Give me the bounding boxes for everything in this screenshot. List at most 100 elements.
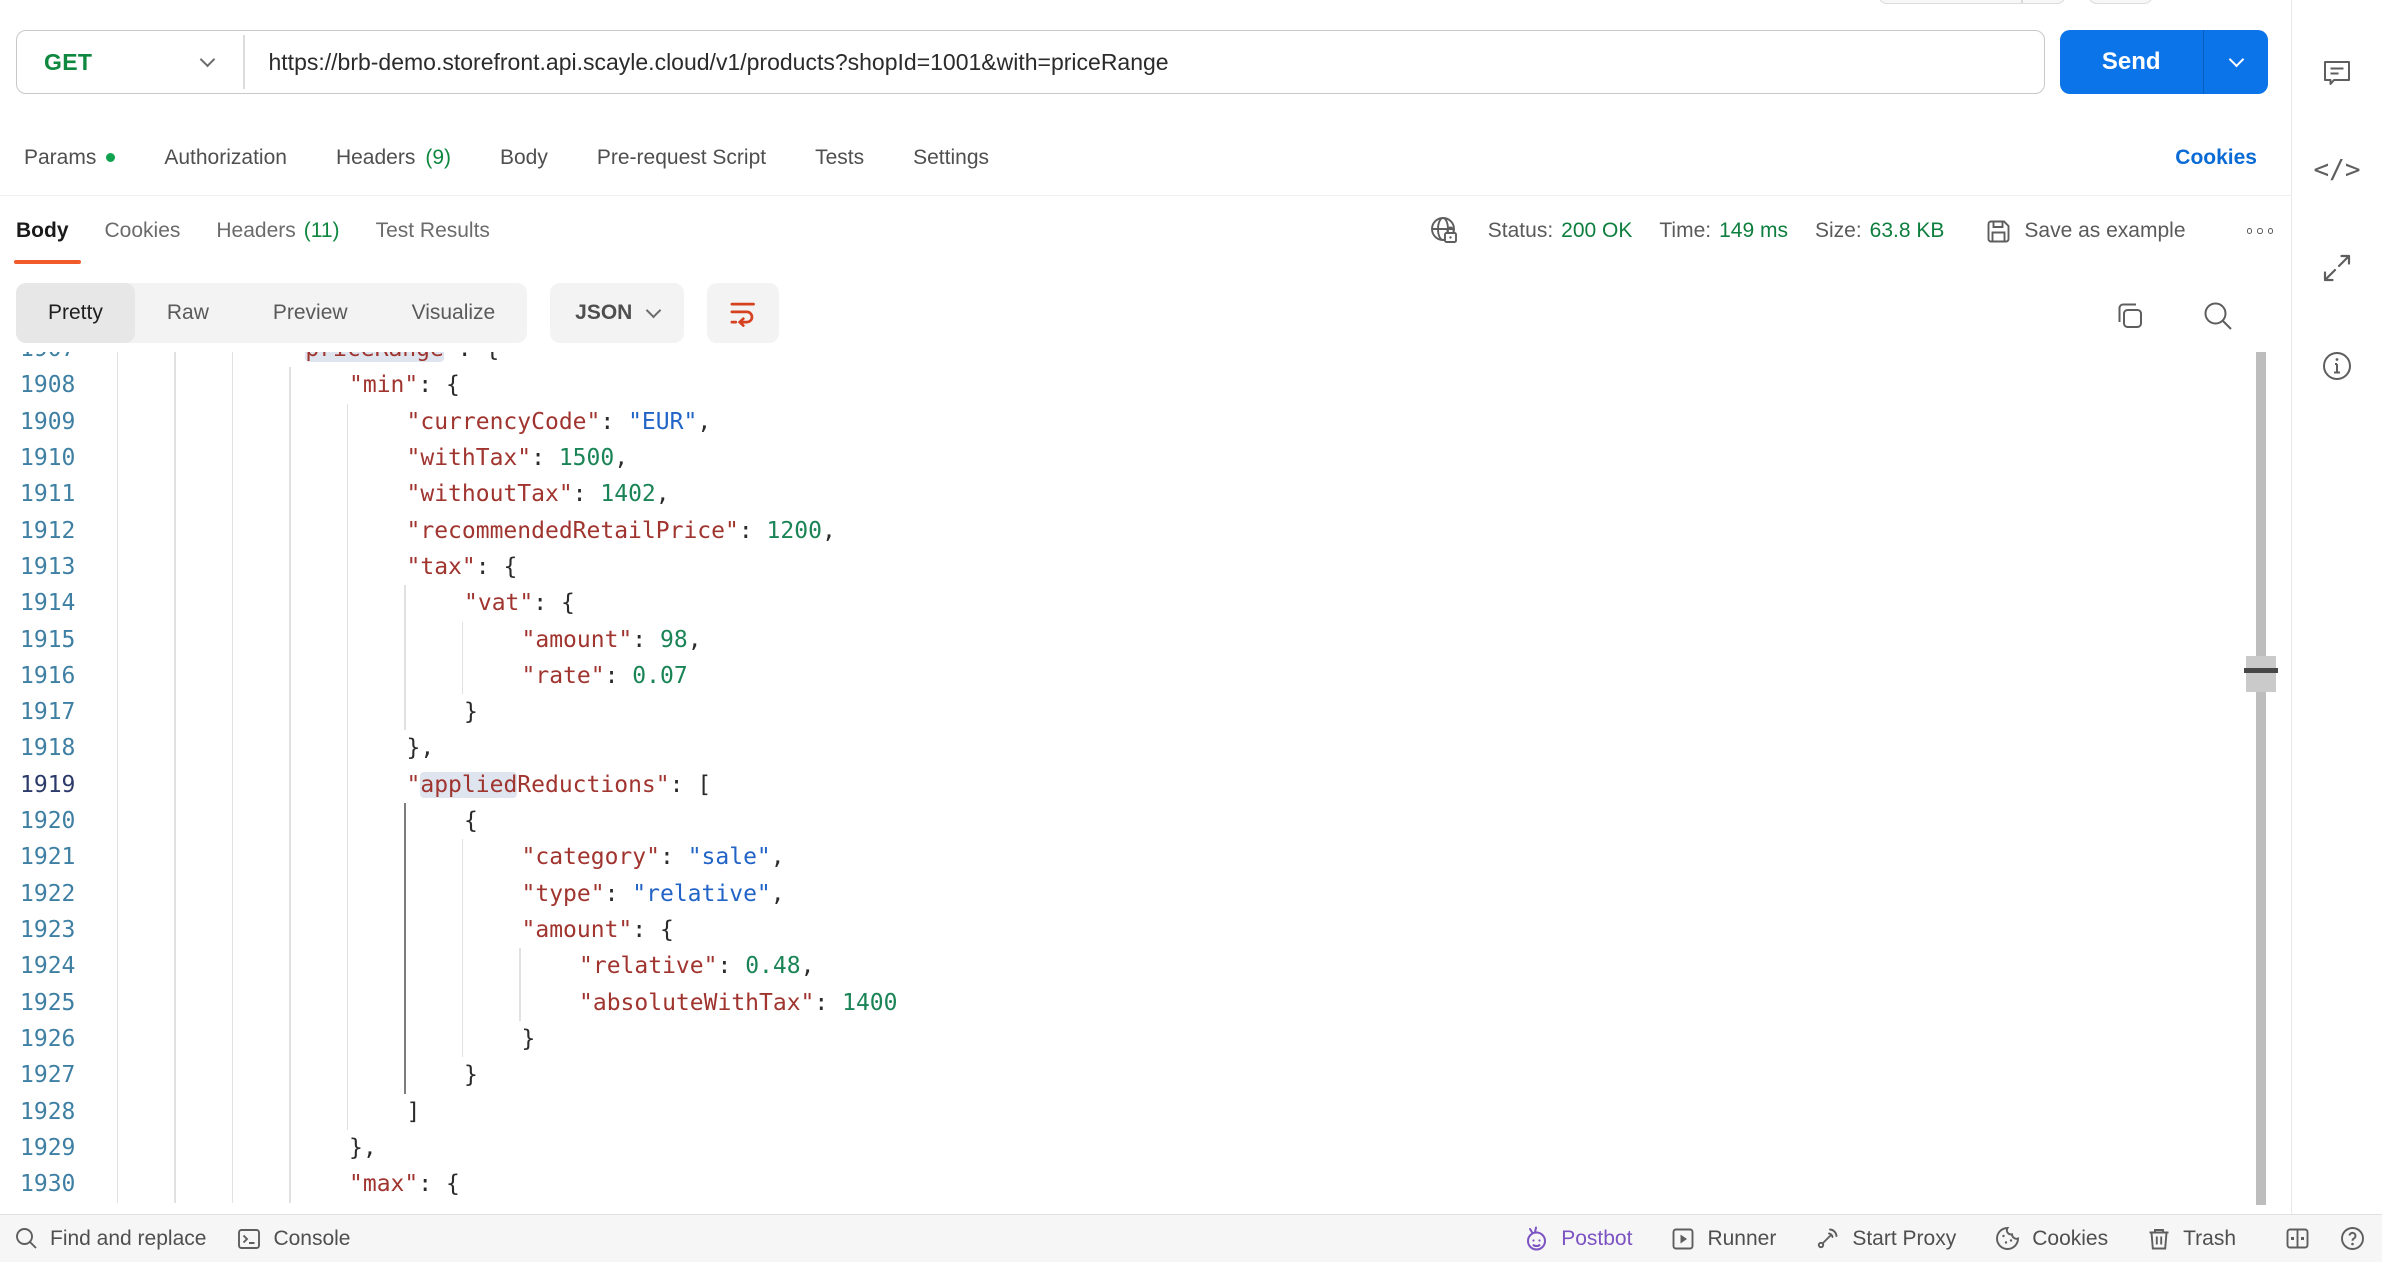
cookies-label: Cookies [2032, 1227, 2108, 1251]
indent-guide [232, 767, 234, 803]
find-and-replace-button[interactable]: Find and replace [14, 1226, 206, 1251]
indent-guide [404, 694, 406, 730]
indent-guide [174, 658, 176, 694]
tab-settings[interactable]: Settings [913, 146, 989, 170]
indent-guide [347, 404, 349, 440]
size-indicator: Size: 63.8 KB [1815, 219, 1944, 243]
indent-guide [289, 694, 291, 730]
cookies-button[interactable]: Cookies [1994, 1225, 2108, 1252]
headers-count-badge: (9) [425, 146, 451, 170]
tab-headers[interactable]: Headers (9) [336, 146, 451, 170]
tab-body-label: Body [500, 146, 548, 170]
indent-guide [462, 985, 464, 1021]
indent-guide [289, 839, 291, 875]
search-icon [2200, 298, 2236, 334]
format-label: JSON [575, 301, 632, 325]
cookies-link[interactable]: Cookies [2175, 146, 2257, 170]
indent-guide [347, 767, 349, 803]
search-response-button[interactable] [2200, 298, 2236, 334]
tab-params[interactable]: Params [24, 146, 115, 170]
method-dropdown[interactable]: GET [17, 31, 243, 93]
wrap-text-button[interactable] [707, 283, 779, 343]
indent-guide [117, 912, 119, 948]
line-number: 1918 [20, 730, 75, 766]
code-snippet-button[interactable]: </> [2317, 150, 2357, 190]
postbot-button[interactable]: Postbot [1522, 1225, 1632, 1253]
editor-scrollbar-thumb[interactable] [2246, 656, 2276, 692]
response-tab-body[interactable]: Body [16, 198, 69, 264]
copy-response-button[interactable] [2112, 298, 2148, 334]
send-button[interactable]: Send [2060, 30, 2268, 94]
response-tab-cookies[interactable]: Cookies [105, 198, 181, 264]
resize-arrows-icon [2321, 252, 2353, 284]
save-as-example-button[interactable]: Save as example [1985, 218, 2185, 245]
code-text: "amount": { [0, 912, 2248, 948]
help-button[interactable] [2339, 1225, 2366, 1252]
indent-guide [519, 985, 521, 1021]
trash-button[interactable]: Trash [2146, 1226, 2236, 1252]
request-url-bar: GET [16, 30, 2045, 94]
panel-layout-icon [2284, 1225, 2311, 1252]
indent-guide [289, 513, 291, 549]
proxy-antenna-icon [1814, 1225, 1841, 1252]
expand-panel-button[interactable] [2317, 248, 2357, 288]
indent-guide [117, 367, 119, 403]
network-globe-lock-icon[interactable] [1427, 214, 1461, 248]
indent-guide [117, 352, 119, 367]
tab-authorization[interactable]: Authorization [164, 146, 287, 170]
tab-tests-label: Tests [815, 146, 864, 170]
indent-guide [174, 694, 176, 730]
indent-guide [462, 948, 464, 984]
tab-tests[interactable]: Tests [815, 146, 864, 170]
info-button[interactable] [2317, 346, 2357, 386]
indent-guide [117, 876, 119, 912]
indent-guide [462, 839, 464, 875]
indent-guide [404, 876, 406, 912]
chevron-down-icon [200, 52, 216, 68]
send-label[interactable]: Send [2060, 30, 2203, 94]
tab-prerequest-script[interactable]: Pre-request Script [597, 146, 766, 170]
indent-guide [519, 948, 521, 984]
send-options-button[interactable] [2204, 30, 2268, 94]
help-icon [2339, 1225, 2366, 1252]
response-tab-headers[interactable]: Headers (11) [216, 198, 339, 264]
indent-guide [347, 876, 349, 912]
code-text: "withTax": 1500, [0, 440, 2248, 476]
indent-guide [117, 803, 119, 839]
line-number: 1919 [20, 767, 75, 803]
view-tab-visualize[interactable]: Visualize [380, 283, 528, 343]
indent-guide [347, 658, 349, 694]
search-match-highlight: priceRange [305, 352, 443, 362]
more-options-button[interactable] [2241, 222, 2280, 240]
editor-scrollbar-track[interactable] [2256, 352, 2266, 1205]
runner-button[interactable]: Runner [1670, 1226, 1776, 1252]
status-label: Status: [1488, 219, 1553, 243]
code-line: 1911"withoutTax": 1402, [0, 476, 2248, 512]
view-tab-pretty[interactable]: Pretty [16, 283, 135, 343]
line-number: 1920 [20, 803, 75, 839]
start-proxy-button[interactable]: Start Proxy [1814, 1225, 1956, 1252]
indent-guide [174, 585, 176, 621]
postbot-label: Postbot [1561, 1227, 1632, 1251]
response-tab-test-results[interactable]: Test Results [376, 198, 490, 264]
format-dropdown[interactable]: JSON [550, 283, 684, 343]
view-tab-preview[interactable]: Preview [241, 283, 380, 343]
toggle-panel-button[interactable] [2284, 1225, 2311, 1252]
indent-guide [232, 513, 234, 549]
indent-guide [232, 658, 234, 694]
indent-guide [404, 912, 406, 948]
url-input[interactable] [245, 49, 2045, 76]
indent-guide [174, 352, 176, 367]
indent-guide [347, 585, 349, 621]
line-number: 1907 [20, 352, 75, 367]
code-line: 1925"absoluteWithTax": 1400 [0, 985, 2248, 1021]
comments-button[interactable] [2317, 52, 2357, 92]
indent-guide [404, 1057, 406, 1093]
indent-guide [232, 440, 234, 476]
tab-body[interactable]: Body [500, 146, 548, 170]
view-tab-raw[interactable]: Raw [135, 283, 241, 343]
console-button[interactable]: Console [236, 1226, 350, 1252]
indent-guide [232, 1094, 234, 1130]
response-body-editor[interactable]: 1907"priceRange": {1908"min": {1909"curr… [0, 352, 2248, 1205]
indent-guide [347, 803, 349, 839]
